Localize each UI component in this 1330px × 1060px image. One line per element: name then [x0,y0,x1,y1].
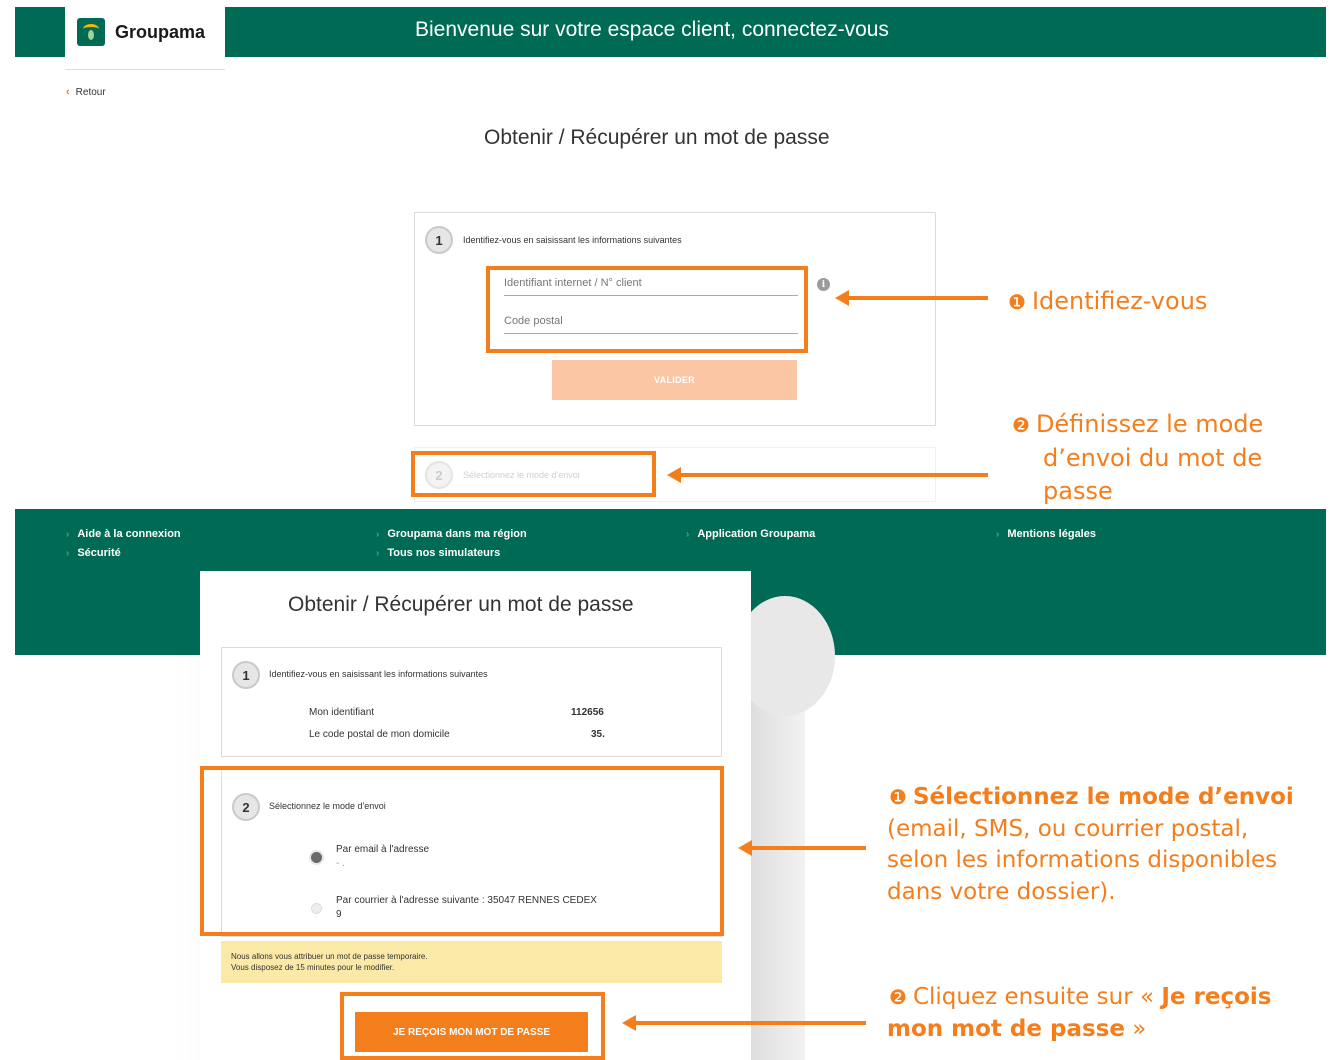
annotation-define-line1: Définissez le mode [1035,410,1264,438]
brand-logo[interactable]: Groupama [65,7,225,57]
back-link[interactable]: ‹ Retour [66,86,106,98]
annotation-define-line2: d’envoi du mot de [1043,444,1263,472]
chevron-right-icon: › [686,528,690,540]
annotation-define-mode: ❷ Définissez le mode d’envoi du mot de pa… [1012,408,1263,508]
postal-code-label: Le code postal de mon domicile [309,729,450,740]
overlay-page-title: Obtenir / Récupérer un mot de passe [288,593,634,616]
footer-link-simulators[interactable]: › Tous nos simulateurs [376,547,527,559]
notice-line-2: Vous disposez de 15 minutes pour le modi… [231,963,395,972]
header-title: Bienvenue sur votre espace client, conne… [415,18,889,41]
footer-col-3: › Application Groupama [686,528,815,540]
arrow-line [848,296,988,300]
footer-link-label: Sécurité [77,547,121,559]
annotation-define-line3: passe [1043,477,1113,505]
chevron-right-icon: › [376,547,380,559]
footer-link-app[interactable]: › Application Groupama [686,528,815,540]
chevron-right-icon: › [66,547,70,559]
temporary-password-notice: Nous allons vous attribuer un mot de pas… [221,941,722,983]
highlight-step2 [411,451,656,497]
footer-link-legal[interactable]: › Mentions légales [996,528,1096,540]
validate-button[interactable]: VALIDER [552,360,797,400]
footer-col-1: › Aide à la connexion › Sécurité [66,528,181,559]
footer-col-2: › Groupama dans ma région › Tous nos simul… [376,528,527,559]
footer-link-label: Mentions légales [1007,528,1096,540]
brand-name: Groupama [115,21,206,42]
overlay-step1-label: Identifiez-vous en saisissant les inform… [269,669,488,679]
arrow-left-icon [622,1015,636,1031]
footer-link-label: Application Groupama [697,528,816,540]
footer-link-region[interactable]: › Groupama dans ma région [376,528,527,540]
overlay-step1-card [221,647,722,757]
annotation-identify: ❶ Identifiez-vous [1008,287,1207,315]
identifier-value: 112656 [571,707,604,718]
footer-col-4: › Mentions légales [996,528,1096,540]
postal-code-value: 35. [591,729,605,740]
annotation-identify-text: Identifiez-vous [1031,287,1208,315]
identifier-label: Mon identifiant [309,707,375,718]
annotation-click-post: » [1132,1015,1147,1042]
arrow-left-icon [738,840,752,856]
arrow-left-icon [835,290,849,306]
step1-marker: ❶ [1008,290,1026,314]
notice-line-1: Nous allons vous attribuer un mot de pas… [231,952,428,961]
footer-link-security[interactable]: › Sécurité [66,547,181,559]
arrow-line [751,846,866,850]
highlight-receive-button [340,992,605,1060]
step1-number: 1 [425,226,453,254]
footer-link-label: Tous nos simulateurs [387,547,501,559]
chevron-right-icon: › [66,528,70,540]
chevron-left-icon: ‹ [66,86,70,98]
step1-label: Identifiez-vous en saisissant les inform… [463,235,682,245]
highlight-identify-fields [486,266,808,353]
annotation-click-pre: Cliquez ensuite sur « [912,984,1155,1010]
divider [65,69,225,70]
step2-marker: ❷ [889,985,907,1009]
highlight-send-mode [200,766,724,936]
annotation-select-mode: ❶ Sélectionnez le mode d’envoi (email, SM… [887,782,1307,908]
footer-link-label: Aide à la connexion [77,528,181,540]
annotation-select-mode-bold: Sélectionnez le mode d’envoi [912,784,1294,810]
annotation-select-mode-text: (email, SMS, ou courrier postal, selon l… [887,815,1278,905]
step1-marker: ❶ [889,785,907,809]
overlay-step1-number: 1 [232,661,260,689]
info-icon[interactable]: i [817,278,830,291]
groupama-logo-icon [77,18,105,46]
annotation-click-button: ❷ Cliquez ensuite sur « Je reçois mon mot… [887,982,1307,1045]
page-title: Obtenir / Récupérer un mot de passe [484,126,830,149]
step2-marker: ❷ [1012,413,1030,437]
chevron-right-icon: › [376,528,380,540]
arrow-line [635,1021,866,1025]
arrow-left-icon [667,467,681,483]
footer-link-label: Groupama dans ma région [387,528,527,540]
chevron-right-icon: › [996,528,1000,540]
back-link-label: Retour [75,86,106,98]
arrow-line [680,473,988,477]
footer-link-help[interactable]: › Aide à la connexion [66,528,181,540]
